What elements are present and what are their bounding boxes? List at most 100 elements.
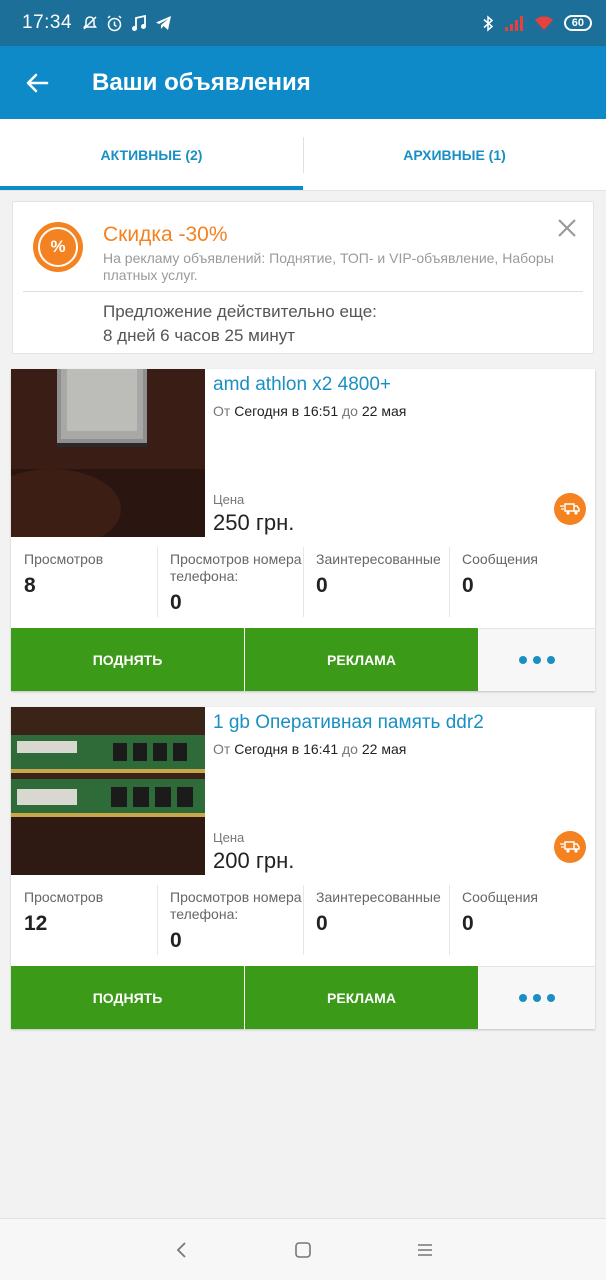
stat-value: 12 [24, 912, 48, 935]
listing-photo[interactable] [11, 707, 205, 875]
system-nav-bar [0, 1218, 606, 1280]
tab-archive[interactable]: АРХИВНЫЕ (1) [303, 119, 606, 190]
stat-phone-views: Просмотров номера телефона: 0 [157, 875, 303, 965]
nav-menu-button[interactable] [405, 1230, 445, 1270]
status-bar: 17:34 60 [0, 0, 606, 46]
status-left-icons [82, 14, 172, 32]
signal-icon [504, 16, 523, 31]
raise-button[interactable]: ПОДНЯТЬ [11, 628, 244, 691]
price-label: Цена [213, 830, 245, 845]
listing-title[interactable]: amd athlon x2 4800+ [213, 374, 391, 396]
from-value: Сегодня в 16:51 [234, 403, 339, 419]
wifi-icon [534, 16, 553, 30]
price-value: 250 грн. [213, 510, 295, 535]
tab-bar: АКТИВНЫЕ (2) АРХИВНЫЕ (1) [0, 119, 606, 191]
stat-label: Просмотров номера телефона: [170, 889, 302, 922]
alarm-icon [107, 14, 122, 31]
arrow-back-icon [26, 73, 49, 92]
listing-stats: Просмотров 12 Просмотров номера телефона… [11, 875, 595, 965]
from-label: От [213, 741, 231, 757]
back-button[interactable] [0, 46, 74, 119]
listing-title[interactable]: 1 gb Оперативная память ddr2 [213, 712, 484, 734]
close-icon [558, 219, 576, 237]
from-value: Сегодня в 16:41 [234, 741, 339, 757]
stat-value: 0 [170, 929, 182, 952]
promo-offer-label: Предложение действительно еще: [103, 302, 377, 321]
listing-photo[interactable] [11, 369, 205, 537]
tab-divider [303, 137, 304, 173]
more-dot [547, 994, 555, 1002]
stat-value: 0 [462, 912, 474, 935]
listing-dates: От Сегодня в 16:41 до 22 мая [213, 741, 406, 757]
stat-phone-views: Просмотров номера телефона: 0 [157, 537, 303, 627]
promo-offer-time: 8 дней 6 часов 25 минут [103, 326, 296, 345]
more-dot [533, 656, 541, 664]
app-bar: Ваши объявления [0, 46, 606, 119]
mute-icon [83, 16, 98, 30]
delivery-icon [554, 831, 586, 863]
more-dot [533, 994, 541, 1002]
stat-label: Заинтересованные [316, 889, 441, 905]
chevron-left-icon [176, 1241, 186, 1258]
stat-value: 0 [316, 912, 328, 935]
ram-photo [11, 707, 205, 875]
listing-card: amd athlon x2 4800+ От Сегодня в 16:51 д… [11, 369, 595, 691]
promo-description: На рекламу объявлений: Поднятие, ТОП- и … [103, 250, 554, 283]
listing-card: 1 gb Оперативная память ddr2 От Сегодня … [11, 707, 595, 1029]
promo-divider [23, 291, 583, 292]
stat-value: 0 [462, 574, 474, 597]
to-value: 22 мая [361, 741, 407, 757]
to-label: до [342, 403, 358, 419]
from-label: От [213, 403, 231, 419]
listing-dates: От Сегодня в 16:51 до 22 мая [213, 403, 406, 419]
stat-label: Просмотров номера телефона: [170, 551, 302, 584]
nav-back-button[interactable] [161, 1230, 201, 1270]
stat-views: Просмотров 8 [11, 537, 157, 627]
menu-icon [418, 1243, 432, 1256]
status-time: 17:34 [22, 12, 73, 33]
tab-active[interactable]: АКТИВНЫЕ (2) [0, 119, 303, 190]
music-icon [132, 14, 147, 31]
more-dot [519, 656, 527, 664]
advertise-button[interactable]: РЕКЛАМА [245, 628, 478, 691]
advertise-button[interactable]: РЕКЛАМА [245, 966, 478, 1029]
listing-actions: ПОДНЯТЬ РЕКЛАМА [11, 628, 595, 691]
listing-stats: Просмотров 8 Просмотров номера телефона:… [11, 537, 595, 627]
stat-messages[interactable]: Сообщения 0 [449, 537, 595, 627]
more-dot [519, 994, 527, 1002]
price-label: Цена [213, 492, 245, 507]
cpu-photo [11, 369, 205, 537]
stat-value: 8 [24, 574, 36, 597]
promo-offer: Предложение действительно еще: 8 дней 6 … [103, 300, 377, 348]
stat-messages[interactable]: Сообщения 0 [449, 875, 595, 965]
stat-label: Сообщения [462, 889, 538, 905]
bluetooth-icon [483, 14, 493, 32]
promo-card: % Скидка -30% На рекламу объявлений: Под… [12, 201, 594, 354]
price-value: 200 грн. [213, 848, 295, 873]
status-right-icons: 60 [482, 14, 592, 32]
to-value: 22 мая [361, 403, 407, 419]
discount-icon-symbol: % [38, 227, 78, 267]
stat-value: 0 [170, 591, 182, 614]
stat-label: Просмотров [24, 551, 104, 567]
square-icon [295, 1241, 311, 1258]
stat-interested: Заинтересованные 0 [303, 537, 449, 627]
more-options-button[interactable] [479, 966, 595, 1029]
telegram-icon [156, 16, 172, 30]
stat-label: Просмотров [24, 889, 104, 905]
stat-value: 0 [316, 574, 328, 597]
more-options-button[interactable] [479, 628, 595, 691]
page-title: Ваши объявления [92, 68, 311, 96]
more-dot [547, 656, 555, 664]
raise-button[interactable]: ПОДНЯТЬ [11, 966, 244, 1029]
stat-label: Сообщения [462, 551, 538, 567]
discount-icon: % [33, 222, 83, 272]
nav-home-button[interactable] [283, 1230, 323, 1270]
battery-icon: 60 [563, 15, 592, 31]
stat-interested: Заинтересованные 0 [303, 875, 449, 965]
delivery-icon [554, 493, 586, 525]
promo-close-button[interactable] [553, 214, 581, 242]
listing-actions: ПОДНЯТЬ РЕКЛАМА [11, 966, 595, 1029]
stat-label: Заинтересованные [316, 551, 441, 567]
promo-title: Скидка -30% [103, 223, 228, 246]
